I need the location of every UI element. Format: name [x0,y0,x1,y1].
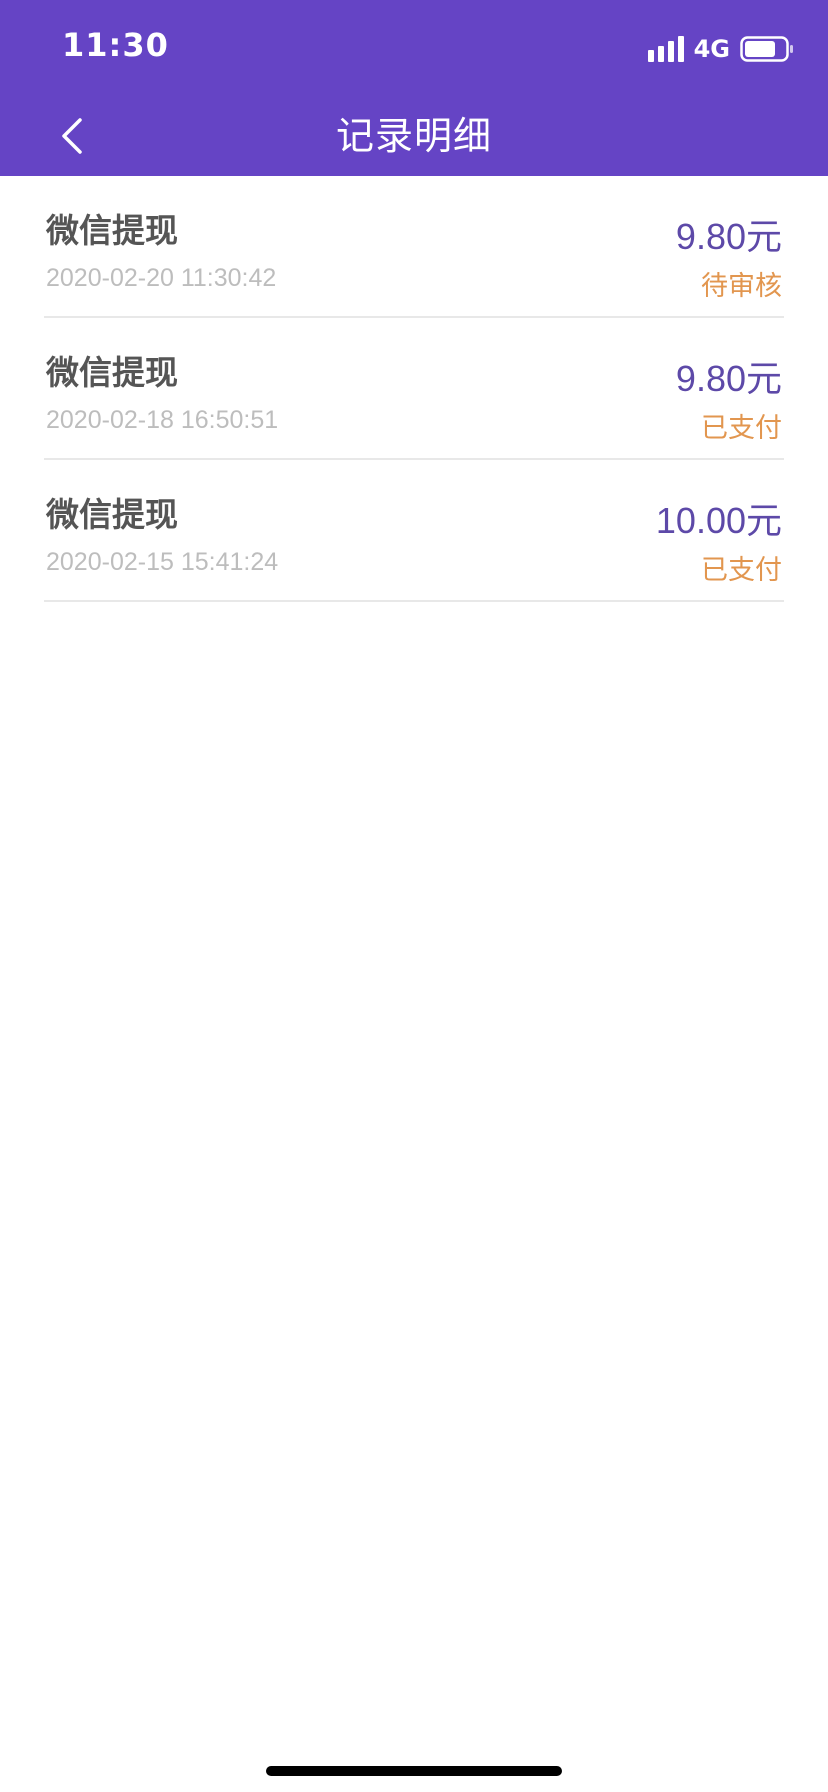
status-indicators: 4G [647,34,794,64]
record-status: 待审核 [701,271,782,302]
record-time: 2020-02-15 15:41:24 [46,548,279,576]
nav-bar: 记录明细 [0,100,828,176]
status-bar: 11:30 4G [0,0,828,100]
record-row[interactable]: 微信提现 2020-02-20 11:30:42 9.80元 待审核 [44,176,784,318]
record-amount: 9.80元 [675,216,782,257]
record-title: 微信提现 [46,211,178,250]
record-list: 微信提现 2020-02-20 11:30:42 9.80元 待审核 微信提现 … [44,176,784,602]
record-status: 已支付 [701,555,782,586]
record-time: 2020-02-18 16:50:51 [46,406,279,434]
record-amount: 10.00元 [655,500,782,541]
signal-bars-icon [647,36,684,62]
app-header: 11:30 4G 记录明细 [0,0,828,176]
record-row[interactable]: 微信提现 2020-02-18 16:50:51 9.80元 已支付 [44,318,784,460]
home-indicator[interactable] [266,1766,562,1776]
page-title: 记录明细 [335,114,492,158]
status-time: 11:30 [62,26,169,64]
record-status: 已支付 [701,413,782,444]
record-title: 微信提现 [46,495,178,534]
record-amount: 9.80元 [675,358,782,399]
record-time: 2020-02-20 11:30:42 [46,264,277,292]
record-row[interactable]: 微信提现 2020-02-15 15:41:24 10.00元 已支付 [44,460,784,602]
network-type: 4G [693,35,730,63]
battery-icon [740,36,793,62]
record-title: 微信提现 [46,353,178,392]
